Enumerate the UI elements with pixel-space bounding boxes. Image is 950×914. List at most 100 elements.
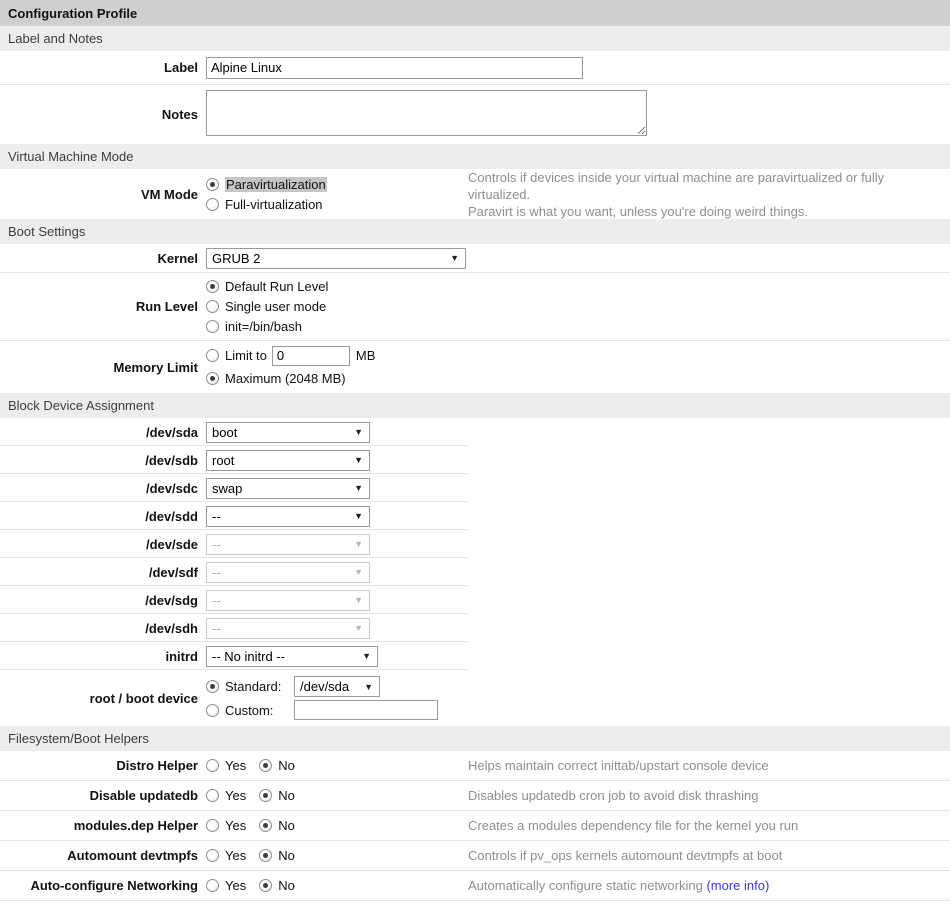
run-level-default-radio[interactable]	[206, 280, 219, 293]
device-sdh-select: -- ▼	[206, 618, 370, 639]
chevron-down-icon: ▼	[354, 455, 363, 465]
distro-helper-no-radio[interactable]	[259, 759, 272, 772]
vm-mode-help-text: Controls if devices inside your virtual …	[468, 169, 950, 220]
device-sdb-select[interactable]: root ▼	[206, 450, 370, 471]
modules-dep-yes-radio[interactable]	[206, 819, 219, 832]
initrd-row: initrd -- No initrd -- ▼	[0, 642, 950, 670]
root-boot-standard-select[interactable]: /dev/sda ▼	[294, 676, 380, 697]
disable-updatedb-yes-radio[interactable]	[206, 789, 219, 802]
label-field-label: Label	[0, 60, 205, 75]
device-row-sdg: /dev/sdg -- ▼	[0, 586, 950, 614]
automount-devtmpfs-label: Automount devtmpfs	[0, 848, 205, 863]
memory-limit-row: Memory Limit Limit to MB Maximum (2048 M…	[0, 341, 950, 393]
chevron-down-icon: ▼	[354, 595, 363, 605]
memory-limit-to-radio[interactable]	[206, 349, 219, 362]
disable-updatedb-no-label[interactable]: No	[278, 788, 295, 803]
root-boot-custom-radio[interactable]	[206, 704, 219, 717]
automount-devtmpfs-help: Controls if pv_ops kernels automount dev…	[468, 847, 950, 864]
device-sde-select: -- ▼	[206, 534, 370, 555]
vm-mode-label: VM Mode	[0, 187, 205, 202]
auto-configure-networking-label: Auto-configure Networking	[0, 878, 205, 893]
device-sdh-label: /dev/sdh	[0, 621, 205, 636]
auto-configure-networking-no-label[interactable]: No	[278, 878, 295, 893]
run-level-default-label[interactable]: Default Run Level	[225, 279, 328, 294]
device-row-sdh: /dev/sdh -- ▼	[0, 614, 950, 642]
memory-limit-unit: MB	[356, 348, 376, 363]
kernel-label: Kernel	[0, 251, 205, 266]
root-boot-standard-radio[interactable]	[206, 680, 219, 693]
device-row-sdd: /dev/sdd -- ▼	[0, 502, 950, 530]
section-header-label-and-notes: Label and Notes	[0, 26, 950, 51]
distro-helper-help: Helps maintain correct inittab/upstart c…	[468, 757, 950, 774]
device-sdd-select[interactable]: -- ▼	[206, 506, 370, 527]
root-boot-standard-label[interactable]: Standard:	[225, 679, 289, 694]
run-level-init-bash-label[interactable]: init=/bin/bash	[225, 319, 302, 334]
section-header-helpers: Filesystem/Boot Helpers	[0, 726, 950, 751]
modules-dep-no-label[interactable]: No	[278, 818, 295, 833]
auto-configure-networking-no-radio[interactable]	[259, 879, 272, 892]
auto-configure-networking-yes-label[interactable]: Yes	[225, 878, 246, 893]
run-level-single-user-label[interactable]: Single user mode	[225, 299, 326, 314]
disable-updatedb-no-radio[interactable]	[259, 789, 272, 802]
modules-dep-yes-label[interactable]: Yes	[225, 818, 246, 833]
disable-updatedb-yes-label[interactable]: Yes	[225, 788, 246, 803]
automount-devtmpfs-yes-radio[interactable]	[206, 849, 219, 862]
device-sdd-label: /dev/sdd	[0, 509, 205, 524]
automount-devtmpfs-yes-label[interactable]: Yes	[225, 848, 246, 863]
device-row-sdc: /dev/sdc swap ▼	[0, 474, 950, 502]
vm-mode-full-virtualization-label[interactable]: Full-virtualization	[225, 197, 323, 212]
auto-configure-networking-help: Automatically configure static networkin…	[468, 877, 950, 894]
root-boot-device-row: root / boot device Standard: /dev/sda ▼ …	[0, 670, 950, 726]
distro-helper-label: Distro Helper	[0, 758, 205, 773]
run-level-init-bash-radio[interactable]	[206, 320, 219, 333]
initrd-label: initrd	[0, 649, 205, 664]
auto-configure-networking-row: Auto-configure Networking Yes No Automat…	[0, 871, 950, 901]
device-sdg-label: /dev/sdg	[0, 593, 205, 608]
chevron-down-icon: ▼	[354, 539, 363, 549]
device-sda-label: /dev/sda	[0, 425, 205, 440]
chevron-down-icon: ▼	[354, 623, 363, 633]
kernel-select[interactable]: GRUB 2 ▼	[206, 248, 466, 269]
chevron-down-icon: ▼	[362, 651, 371, 661]
device-sdc-label: /dev/sdc	[0, 481, 205, 496]
device-row-sdb: /dev/sdb root ▼	[0, 446, 950, 474]
more-info-link[interactable]: (more info)	[706, 878, 769, 893]
kernel-row: Kernel GRUB 2 ▼	[0, 244, 950, 273]
auto-configure-networking-yes-radio[interactable]	[206, 879, 219, 892]
automount-devtmpfs-no-label[interactable]: No	[278, 848, 295, 863]
section-header-block-devices: Block Device Assignment	[0, 393, 950, 418]
distro-helper-no-label[interactable]: No	[278, 758, 295, 773]
disable-updatedb-label: Disable updatedb	[0, 788, 205, 803]
device-sdf-select: -- ▼	[206, 562, 370, 583]
run-level-single-user-radio[interactable]	[206, 300, 219, 313]
vm-mode-full-virtualization-radio[interactable]	[206, 198, 219, 211]
memory-maximum-label[interactable]: Maximum (2048 MB)	[225, 371, 346, 386]
root-boot-custom-label[interactable]: Custom:	[225, 703, 289, 718]
initrd-select[interactable]: -- No initrd -- ▼	[206, 646, 378, 667]
vm-mode-paravirtualization-label[interactable]: Paravirtualization	[225, 177, 327, 192]
memory-maximum-radio[interactable]	[206, 372, 219, 385]
memory-limit-input[interactable]	[272, 346, 350, 366]
vm-mode-row: VM Mode Paravirtualization Full-virtuali…	[0, 169, 950, 219]
memory-limit-label: Memory Limit	[0, 360, 205, 375]
modules-dep-helper-row: modules.dep Helper Yes No Creates a modu…	[0, 811, 950, 841]
vm-mode-paravirtualization-radio[interactable]	[206, 178, 219, 191]
device-row-sdf: /dev/sdf -- ▼	[0, 558, 950, 586]
distro-helper-yes-label[interactable]: Yes	[225, 758, 246, 773]
device-sda-select[interactable]: boot ▼	[206, 422, 370, 443]
modules-dep-no-radio[interactable]	[259, 819, 272, 832]
automount-devtmpfs-no-radio[interactable]	[259, 849, 272, 862]
device-sde-label: /dev/sde	[0, 537, 205, 552]
label-row: Label	[0, 51, 950, 85]
memory-limit-to-label[interactable]: Limit to	[225, 348, 267, 363]
label-input[interactable]	[206, 57, 583, 79]
notes-textarea[interactable]	[206, 90, 647, 136]
chevron-down-icon: ▼	[354, 483, 363, 493]
root-boot-custom-input[interactable]	[294, 700, 438, 720]
section-header-vm-mode: Virtual Machine Mode	[0, 144, 950, 169]
notes-field-label: Notes	[0, 107, 205, 122]
distro-helper-yes-radio[interactable]	[206, 759, 219, 772]
device-sdc-select[interactable]: swap ▼	[206, 478, 370, 499]
device-sdg-select: -- ▼	[206, 590, 370, 611]
chevron-down-icon: ▼	[354, 427, 363, 437]
